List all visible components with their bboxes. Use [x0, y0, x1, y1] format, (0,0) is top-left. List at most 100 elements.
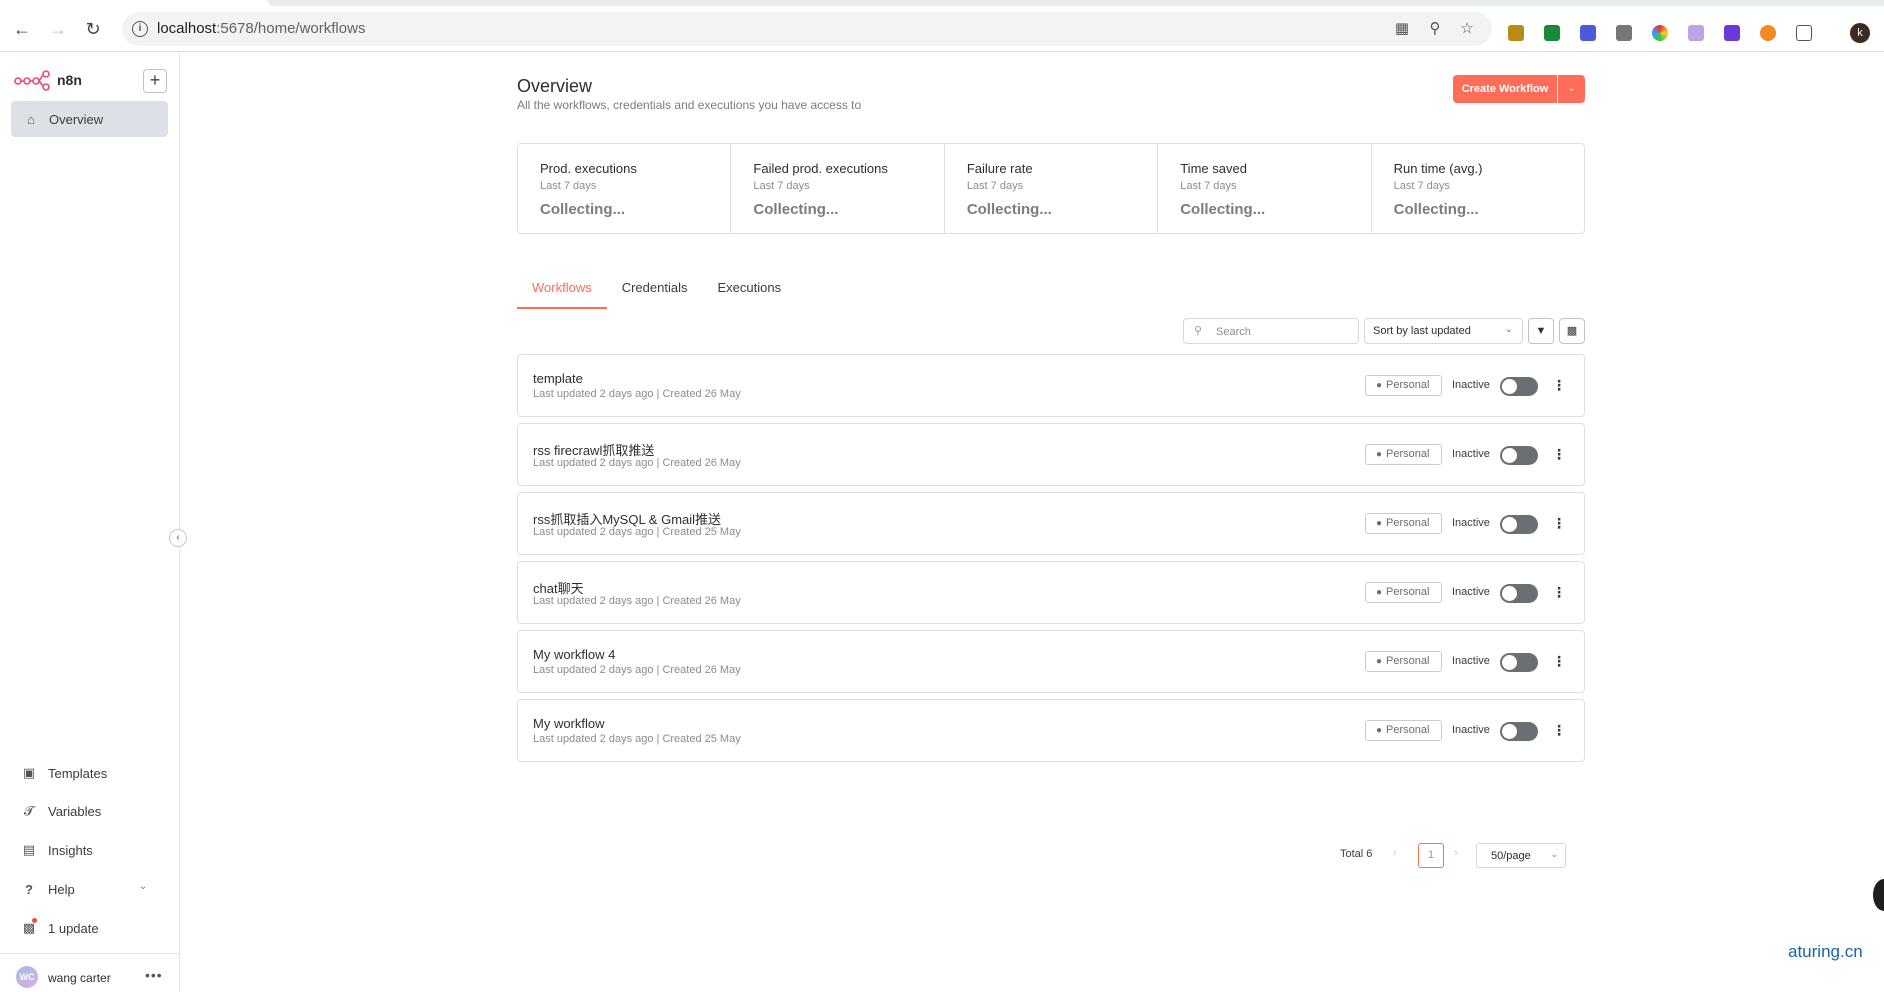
- workflow-name[interactable]: My workflow 4: [533, 647, 615, 662]
- stat-run-time: Run time (avg.) Last 7 days Collecting..…: [1372, 144, 1584, 233]
- extension-icon-5[interactable]: [1652, 25, 1668, 41]
- sidebar-item-help[interactable]: ? Help ⌄: [11, 873, 168, 905]
- extension-icon-2[interactable]: [1544, 25, 1560, 41]
- app-name: n8n: [57, 72, 82, 88]
- stat-prod-executions: Prod. executions Last 7 days Collecting.…: [518, 144, 732, 233]
- forward-icon[interactable]: →: [47, 18, 69, 40]
- workflow-card[interactable]: My workflow Last updated 2 days ago | Cr…: [517, 699, 1585, 762]
- workflow-name[interactable]: template: [533, 371, 583, 386]
- sidebar-item-update[interactable]: ▩ 1 update: [11, 912, 168, 944]
- workflow-card[interactable]: rss抓取插入MySQL & Gmail推送 Last updated 2 da…: [517, 492, 1585, 555]
- stat-value: Collecting...: [753, 201, 839, 218]
- workflow-menu-icon[interactable]: ⋮: [1552, 720, 1566, 740]
- sidebar-item-label: Overview: [49, 111, 104, 127]
- extension-icon-8[interactable]: [1760, 25, 1776, 41]
- sidebar-item-insights[interactable]: ▤ Insights: [11, 834, 168, 866]
- workflow-name[interactable]: My workflow: [533, 716, 605, 731]
- badge-label: Personal: [1386, 379, 1430, 391]
- filter-icon: ▼: [1535, 325, 1547, 337]
- url-text[interactable]: localhost:5678/home/workflows: [157, 20, 365, 37]
- workflow-card[interactable]: template Last updated 2 days ago | Creat…: [517, 354, 1585, 417]
- address-bar[interactable]: i localhost:5678/home/workflows ▦ ⚲ ☆: [122, 12, 1492, 46]
- search-input[interactable]: [1216, 323, 1351, 340]
- templates-icon: ▣: [22, 765, 36, 780]
- stat-period: Last 7 days: [540, 180, 597, 192]
- active-toggle[interactable]: [1500, 653, 1538, 672]
- active-toggle[interactable]: [1500, 515, 1538, 534]
- bookmark-star-icon[interactable]: ☆: [1458, 20, 1476, 38]
- site-info-icon[interactable]: i: [132, 21, 148, 37]
- next-page-icon[interactable]: ›: [1454, 847, 1458, 859]
- profile-avatar[interactable]: k: [1850, 23, 1870, 43]
- sidebar-item-templates[interactable]: ▣ Templates: [11, 757, 168, 789]
- workflow-menu-icon[interactable]: ⋮: [1552, 582, 1566, 602]
- project-badge: ● Personal: [1365, 720, 1442, 741]
- extension-icon-7[interactable]: [1724, 25, 1740, 41]
- extension-icon-4[interactable]: [1616, 25, 1632, 41]
- workflow-meta: Last updated 2 days ago | Created 26 May: [533, 595, 741, 607]
- create-folder-button[interactable]: ▩: [1559, 318, 1585, 344]
- sidebar-item-variables[interactable]: 𝓣 Variables: [11, 795, 168, 827]
- workflow-menu-icon[interactable]: ⋮: [1552, 444, 1566, 464]
- stat-title: Failure rate: [966, 161, 1033, 176]
- workflow-menu-icon[interactable]: ⋮: [1552, 375, 1566, 395]
- avatar: WC: [16, 966, 38, 988]
- user-menu[interactable]: WC wang carter •••: [0, 953, 180, 992]
- extension-icon-6[interactable]: [1688, 25, 1704, 41]
- chevron-down-icon: ⌄: [1550, 849, 1558, 859]
- workflow-status: Inactive: [1452, 586, 1490, 598]
- tab-executions[interactable]: Executions: [702, 281, 796, 309]
- workflow-status: Inactive: [1452, 379, 1490, 391]
- workflow-card[interactable]: My workflow 4 Last updated 2 days ago | …: [517, 630, 1585, 693]
- active-toggle[interactable]: [1500, 377, 1538, 396]
- toggle-knob: [1502, 379, 1517, 394]
- home-icon: ⌂: [27, 111, 35, 127]
- more-options-icon[interactable]: •••: [145, 967, 163, 983]
- insights-icon: ▤: [22, 842, 36, 857]
- extension-icon-1[interactable]: [1508, 25, 1524, 41]
- reload-icon[interactable]: ↻: [82, 18, 104, 40]
- tab-workflows[interactable]: Workflows: [517, 281, 607, 309]
- page-number[interactable]: 1: [1418, 843, 1444, 868]
- create-dropdown-chevron-icon[interactable]: ⌄: [1558, 75, 1585, 103]
- active-toggle[interactable]: [1500, 446, 1538, 465]
- badge-label: Personal: [1386, 586, 1430, 598]
- stat-title: Failed prod. executions: [753, 161, 888, 176]
- active-toggle[interactable]: [1500, 722, 1538, 741]
- workflow-card[interactable]: rss firecrawl抓取推送 Last updated 2 days ag…: [517, 423, 1585, 486]
- stat-period: Last 7 days: [1393, 180, 1450, 192]
- extension-icon-3[interactable]: [1580, 25, 1596, 41]
- search-box: ⚲: [1183, 318, 1359, 344]
- sort-select[interactable]: Sort by last updated ⌄: [1364, 318, 1523, 344]
- translate-icon[interactable]: ▦: [1393, 20, 1411, 38]
- sidebar-item-overview[interactable]: ⌂ Overview: [11, 101, 168, 137]
- workflow-card[interactable]: chat聊天 Last updated 2 days ago | Created…: [517, 561, 1585, 624]
- n8n-logo-icon: [14, 70, 50, 91]
- page-size-select[interactable]: 50/page ⌄: [1476, 843, 1566, 868]
- sidebar-item-label: Help: [48, 881, 75, 897]
- badge-label: Personal: [1386, 655, 1430, 667]
- zoom-icon[interactable]: ⚲: [1426, 20, 1444, 38]
- project-badge: ● Personal: [1365, 444, 1442, 465]
- workflow-menu-icon[interactable]: ⋮: [1552, 513, 1566, 533]
- toggle-knob: [1502, 586, 1517, 601]
- help-icon: ?: [25, 881, 33, 897]
- sidebar-item-label: Insights: [48, 842, 93, 858]
- user-icon: ●: [1376, 725, 1383, 736]
- toggle-knob: [1502, 655, 1517, 670]
- extensions-puzzle-icon[interactable]: [1796, 25, 1812, 41]
- tab-credentials[interactable]: Credentials: [607, 281, 703, 309]
- filter-button[interactable]: ▼: [1528, 318, 1554, 344]
- workflow-status: Inactive: [1452, 448, 1490, 460]
- add-button[interactable]: +: [143, 69, 167, 93]
- back-icon[interactable]: ←: [11, 18, 33, 40]
- stat-period: Last 7 days: [1180, 180, 1237, 192]
- workflow-status: Inactive: [1452, 655, 1490, 667]
- create-workflow-button[interactable]: Create Workflow: [1453, 75, 1557, 103]
- active-toggle[interactable]: [1500, 584, 1538, 603]
- workflow-status: Inactive: [1452, 724, 1490, 736]
- prev-page-icon[interactable]: ‹: [1393, 847, 1397, 859]
- workflow-meta: Last updated 2 days ago | Created 25 May: [533, 526, 741, 538]
- pagination-total: Total 6: [1340, 848, 1373, 860]
- workflow-menu-icon[interactable]: ⋮: [1552, 651, 1566, 671]
